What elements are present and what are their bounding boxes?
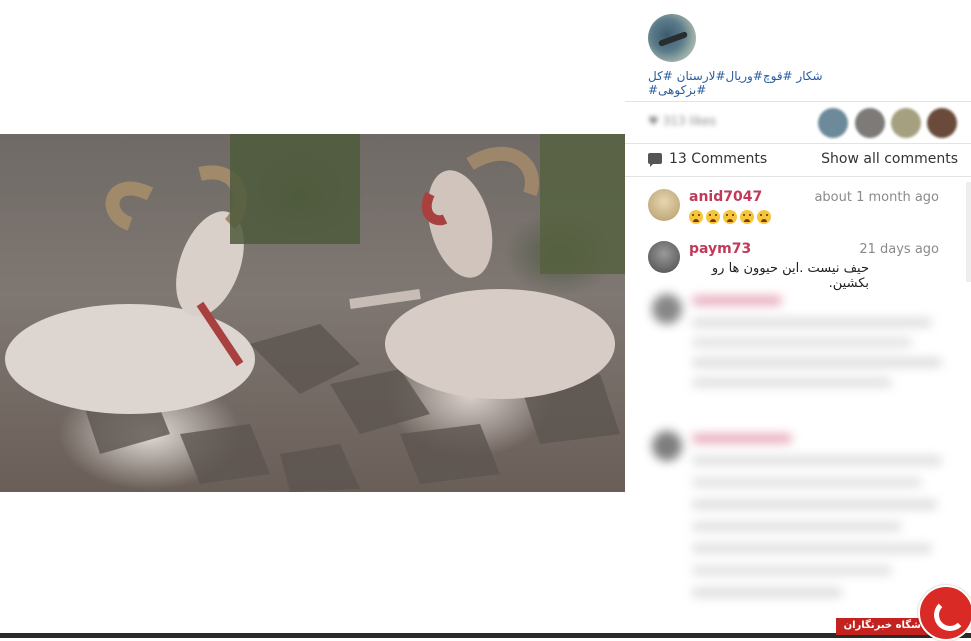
bottom-strip: [0, 633, 971, 638]
liker-avatar[interactable]: [891, 108, 921, 138]
blurred-line: [692, 338, 912, 347]
comments-count: 13 Comments: [669, 151, 768, 167]
heart-icon: ♥: [648, 114, 659, 128]
avatar-image: [657, 31, 689, 47]
comments-scrollbar[interactable]: [966, 182, 971, 282]
blurred-line: [692, 434, 792, 443]
blurred-line: [692, 318, 932, 327]
crying-face-icon: [723, 209, 737, 224]
comment-item: anid7047 about 1 month ago: [648, 189, 943, 229]
photo-illustration: [5, 134, 625, 492]
blurred-line: [692, 544, 932, 553]
comment-icon: [648, 153, 662, 167]
blurred-line: [692, 296, 782, 305]
watermark-logo: باشگاه خبرنگاران: [836, 585, 971, 641]
comments-header: 13 Comments Show all comments: [648, 150, 958, 170]
comment-timestamp: about 1 month ago: [814, 190, 939, 205]
blurred-line: [692, 456, 942, 465]
crying-face-icon: [740, 209, 754, 224]
blurred-line: [692, 566, 892, 575]
blurred-line: [692, 500, 937, 509]
liker-avatar[interactable]: [855, 108, 885, 138]
comment-emoji-text: [689, 209, 774, 224]
blurred-line: [692, 378, 892, 387]
watermark-emblem-icon: [918, 585, 971, 641]
blurred-avatar: [652, 431, 682, 461]
divider-mid: [625, 143, 971, 144]
liker-avatar[interactable]: [927, 108, 957, 138]
post-caption-hashtags[interactable]: شکار #قوچ#وریال#لارستان #کل #بزکوهی#: [648, 69, 878, 97]
comment-timestamp: 21 days ago: [859, 242, 939, 257]
blurred-line: [692, 522, 902, 531]
comment-username[interactable]: paym73: [689, 241, 751, 257]
likes-count: ♥ 313 likes: [648, 114, 738, 130]
divider-comments: [625, 176, 971, 177]
show-all-comments-link[interactable]: Show all comments: [821, 151, 958, 167]
divider-top: [625, 101, 971, 102]
blurred-line: [692, 478, 922, 487]
commenter-avatar[interactable]: [648, 189, 680, 221]
crying-face-icon: [757, 209, 771, 224]
commenter-avatar[interactable]: [648, 241, 680, 273]
blurred-line: [692, 588, 842, 597]
likes-text: 313 likes: [662, 114, 717, 128]
comment-item: paym73 21 days ago حیف نیست .این حیوون ه…: [648, 241, 943, 291]
post-author-avatar[interactable]: [648, 14, 696, 62]
comment-username[interactable]: anid7047: [689, 189, 762, 205]
liker-avatar[interactable]: [818, 108, 848, 138]
watermark-text: باشگاه خبرنگاران: [843, 620, 929, 631]
crying-face-icon: [706, 209, 720, 224]
blurred-line: [692, 358, 942, 367]
blurred-avatar: [652, 294, 682, 324]
crying-face-icon: [689, 209, 703, 224]
blurred-comments: [652, 286, 952, 616]
post-photo: [0, 134, 625, 492]
